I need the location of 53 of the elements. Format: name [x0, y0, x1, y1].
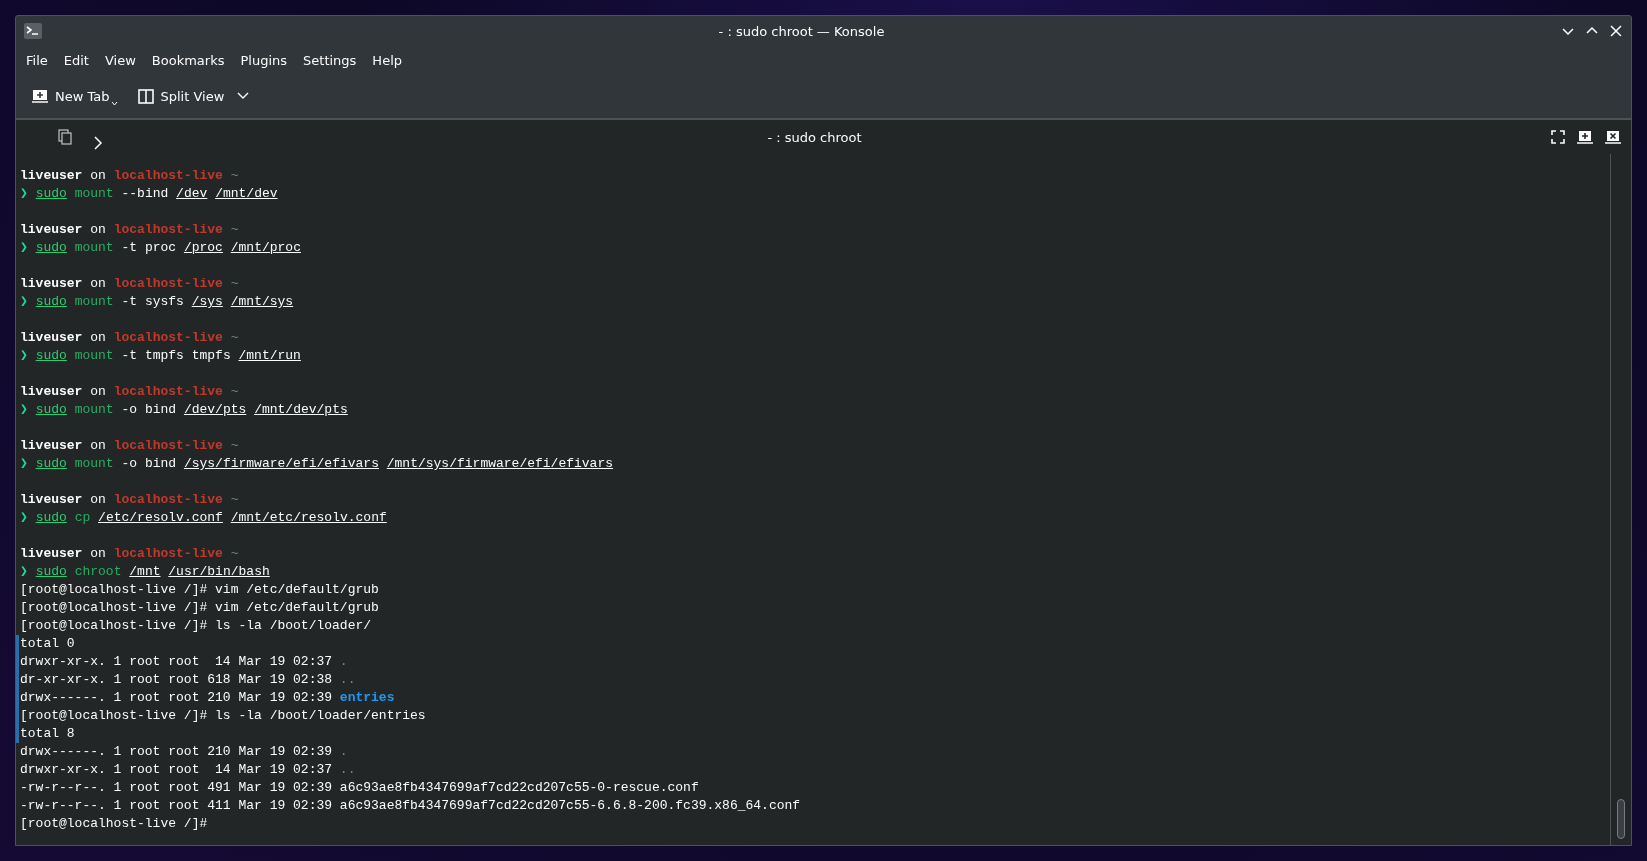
terminal-line: [root@localhost-live /]# vim /etc/default/grub	[19, 599, 380, 617]
terminal-line: total 8	[16, 725, 1610, 743]
terminal-line: ❯ sudo mount --bind /dev /mnt/dev	[19, 185, 279, 203]
window-title: - : sudo chroot — Konsole	[717, 23, 886, 39]
terminal-line: drwxr-xr-x. 1 root root 14 Mar 19 02:37 .	[16, 653, 1610, 671]
terminal-line: -rw-r--r--. 1 root root 411 Mar 19 02:39 a6c93ae8fb4347699af7cd22cd207c55-6.6.8-200.fc39.x86_64.conf	[19, 797, 802, 815]
terminal-line: liveuser on localhost-live ~	[19, 383, 240, 401]
new-tab-icon	[32, 89, 48, 103]
terminal-line: drwx------. 1 root root 210 Mar 19 02:39 entries	[16, 689, 1610, 707]
terminal-line: ❯ sudo chroot /mnt /usr/bin/bash	[19, 563, 271, 581]
terminal-line: [root@localhost-live /]# vim /etc/default/grub	[19, 581, 380, 599]
menu-item[interactable]: Help	[364, 48, 410, 72]
menu-item[interactable]: Edit	[55, 48, 97, 72]
terminal-line: ❯ sudo mount -t proc /proc /mnt/proc	[19, 239, 302, 257]
scrollbar-thumb[interactable]	[1617, 799, 1625, 839]
terminal-line: ❯ sudo mount -o bind /dev/pts /mnt/dev/pts	[19, 401, 349, 419]
terminal-line: dr-xr-xr-x. 1 root root 618 Mar 19 02:38 ..	[16, 671, 1610, 689]
terminal-line: ❯ sudo mount -o bind /sys/firmware/efi/efivars /mnt/sys/firmware/efi/efivars	[19, 455, 614, 473]
caret-icon[interactable]	[110, 100, 118, 106]
terminal-line: liveuser on localhost-live ~	[19, 275, 240, 293]
terminal-line: [root@localhost-live /]# ls -la /boot/loader/	[19, 617, 373, 635]
terminal-line: ❯ sudo mount -t sysfs /sys /mnt/sys	[19, 293, 295, 311]
terminal-line: ❯ sudo mount -t tmpfs tmpfs /mnt/run	[19, 347, 302, 365]
new-tab-icon[interactable]	[1577, 130, 1593, 144]
terminal-line: total 0	[16, 635, 1610, 653]
terminal-line: drwx------. 1 root root 210 Mar 19 02:39 .	[19, 743, 349, 761]
split-view-icon	[137, 88, 154, 104]
terminal-line: liveuser on localhost-live ~	[19, 491, 240, 509]
terminal-line: drwxr-xr-x. 1 root root 14 Mar 19 02:37 ..	[19, 761, 357, 779]
terminal-line: liveuser on localhost-live ~	[19, 221, 240, 239]
terminal-line: [root@localhost-live /]# ls -la /boot/loader/entries	[16, 707, 1610, 725]
fullscreen-icon[interactable]	[1551, 130, 1565, 144]
terminal-line: liveuser on localhost-live ~	[19, 545, 240, 563]
terminal-line: -rw-r--r--. 1 root root 491 Mar 19 02:39 a6c93ae8fb4347699af7cd22cd207c55-0-rescue.conf	[19, 779, 700, 797]
menu-item[interactable]: Plugins	[232, 48, 296, 72]
terminal-line: liveuser on localhost-live ~	[19, 167, 240, 185]
menu-item[interactable]: File	[18, 48, 56, 72]
chevron-right-icon[interactable]	[94, 136, 103, 150]
terminal-line: liveuser on localhost-live ~	[19, 437, 240, 455]
menu-item[interactable]: Settings	[295, 48, 365, 72]
close-icon[interactable]	[1609, 24, 1623, 38]
chevron-down-icon[interactable]	[237, 92, 250, 100]
terminal-line: ❯ sudo cp /etc/resolv.conf /mnt/etc/resolv.conf	[19, 509, 388, 527]
close-tab-icon[interactable]	[1605, 130, 1621, 144]
new-tab-button[interactable]: New Tab	[55, 88, 110, 104]
terminal-line: [root@localhost-live /]#	[19, 815, 209, 833]
terminal-tab-title: - : sudo chroot	[766, 129, 863, 145]
menu-item[interactable]: View	[96, 48, 144, 72]
terminal-line: liveuser on localhost-live ~	[19, 329, 240, 347]
menu-item[interactable]: Bookmarks	[143, 48, 233, 72]
copy-icon[interactable]	[58, 129, 72, 145]
terminal-icon	[24, 23, 42, 39]
split-view-button[interactable]: Split View	[160, 88, 225, 104]
